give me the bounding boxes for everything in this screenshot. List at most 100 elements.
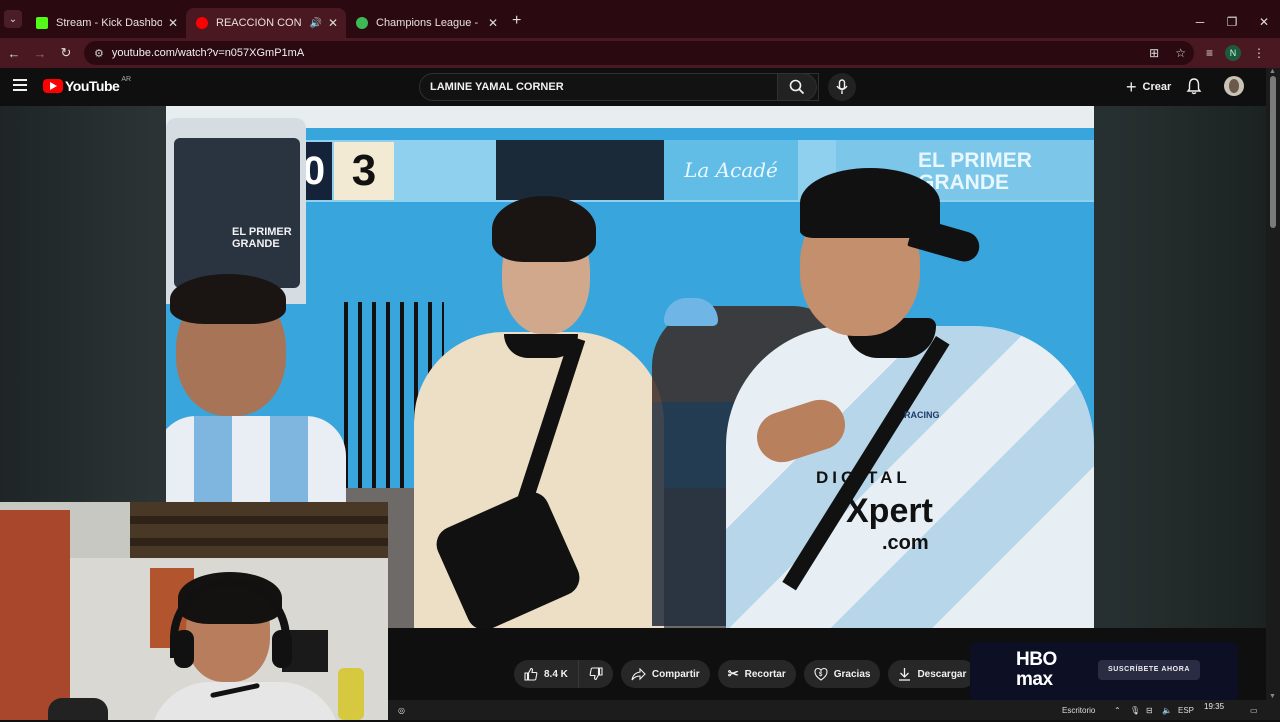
address-bar[interactable]: ⚙ youtube.com/watch?v=n057XGmP1mA ⊞ ☆ bbox=[84, 41, 1194, 65]
plus-icon[interactable]: + bbox=[512, 12, 521, 30]
download-label: Descargar bbox=[917, 668, 967, 680]
volume-icon[interactable]: 🔈 bbox=[1162, 700, 1172, 720]
back-icon[interactable]: ← bbox=[2, 46, 26, 61]
install-app-icon[interactable]: ⊞ bbox=[1149, 46, 1159, 60]
tab-search-icon[interactable]: ⌄ bbox=[4, 10, 22, 28]
voice-search-button[interactable] bbox=[828, 73, 856, 101]
jersey-sponsor-line-1: DIGITAL bbox=[816, 468, 911, 487]
sign-line-1: EL PRIMER bbox=[918, 149, 1032, 172]
page-scrollbar[interactable]: ▲ ▼ bbox=[1266, 68, 1280, 720]
scrollbar-thumb[interactable] bbox=[1270, 76, 1276, 228]
ad-brand-line-2: max bbox=[1016, 669, 1053, 690]
create-button[interactable]: + Crear bbox=[1118, 75, 1179, 99]
thanks-button[interactable]: $ Gracias bbox=[803, 660, 881, 688]
bus-line-2: GRANDE bbox=[232, 238, 280, 250]
tab-kick-dashboard[interactable]: Stream - Kick Dashboard ✕ bbox=[26, 8, 186, 38]
headset-left-ear bbox=[174, 630, 194, 668]
minimize-icon[interactable]: ─ bbox=[1184, 0, 1216, 38]
profile-avatar[interactable]: N bbox=[1225, 45, 1242, 61]
speaker-icon[interactable]: 🔊 bbox=[310, 18, 322, 29]
tab-close-icon[interactable]: ✕ bbox=[488, 16, 498, 30]
clip-button[interactable]: ✂ Recortar bbox=[717, 660, 796, 688]
restore-icon[interactable]: ❐ bbox=[1216, 0, 1248, 38]
sign-line-2: GRANDE bbox=[918, 171, 1010, 194]
media-controls-icon[interactable]: ≡ bbox=[1206, 46, 1213, 60]
ad-subscribe-button[interactable]: SUSCRÍBETE AHORA bbox=[1098, 660, 1200, 680]
scroll-up-icon[interactable]: ▲ bbox=[1269, 68, 1276, 75]
youtube-header: YouTube AR ✕ + Crear bbox=[0, 68, 1266, 106]
search-icon bbox=[789, 79, 805, 95]
sign-academia: La Acadé bbox=[664, 140, 798, 200]
scroll-down-icon[interactable]: ▼ bbox=[1269, 693, 1276, 700]
person-left-hair bbox=[170, 274, 286, 324]
svg-text:$: $ bbox=[819, 672, 823, 678]
microphone-tray-icon[interactable]: 🎙 bbox=[1130, 700, 1140, 720]
like-count: 8.4 K bbox=[544, 668, 568, 680]
forward-icon[interactable]: → bbox=[28, 46, 52, 61]
person-middle-hair bbox=[492, 196, 596, 262]
hbo-max-ad[interactable]: HBO max SUSCRÍBETE AHORA bbox=[970, 642, 1238, 700]
account-avatar[interactable] bbox=[1224, 76, 1244, 96]
chevron-up-icon[interactable]: ⌃ bbox=[1114, 700, 1121, 720]
kick-favicon-icon bbox=[36, 17, 48, 29]
bus-windshield bbox=[174, 138, 300, 288]
ad-brand-line-1: HBO bbox=[1016, 649, 1057, 670]
streamer-webcam bbox=[0, 502, 388, 720]
bookmark-star-icon[interactable]: ☆ bbox=[1175, 46, 1186, 60]
person-left-shirt bbox=[166, 416, 346, 516]
dislike-button[interactable] bbox=[578, 660, 613, 688]
logo-wordmark: YouTube bbox=[65, 78, 120, 94]
window-controls: ─ ❐ ✕ bbox=[1184, 0, 1280, 38]
tab-champions-league[interactable]: Champions League - POSICIONES ✕ bbox=[346, 8, 506, 38]
menu-kebab-icon[interactable]: ⋮ bbox=[1253, 46, 1265, 60]
notifications-icon[interactable]: ▭ bbox=[1250, 700, 1258, 720]
notifications-bell-icon[interactable] bbox=[1186, 77, 1202, 100]
search-box: ✕ bbox=[419, 73, 819, 101]
webcam-bottle bbox=[338, 668, 364, 720]
bus-text: EL PRIMER GRANDE bbox=[232, 226, 292, 250]
share-button[interactable]: Compartir bbox=[620, 660, 710, 688]
tab-close-icon[interactable]: ✕ bbox=[168, 16, 178, 30]
super-thanks-icon: $ bbox=[814, 667, 828, 681]
hamburger-menu-icon[interactable] bbox=[13, 79, 27, 91]
champions-favicon-icon bbox=[356, 17, 368, 29]
share-arrow-icon bbox=[631, 667, 646, 680]
browser-tab-bar: ⌄ Stream - Kick Dashboard ✕ REACCIÓN CON… bbox=[0, 0, 1280, 38]
language-indicator[interactable]: ESP bbox=[1178, 700, 1194, 720]
tab-title: Stream - Kick Dashboard bbox=[56, 17, 162, 29]
thanks-label: Gracias bbox=[833, 668, 871, 680]
url-text[interactable]: youtube.com/watch?v=n057XGmP1mA bbox=[112, 47, 1141, 59]
os-taskbar: ◎ Escritorio ⌃ 🎙 ⊟ 🔈 ESP 19:35 ▭ bbox=[388, 700, 1280, 720]
search-input[interactable] bbox=[430, 81, 792, 93]
reload-icon[interactable]: ↻ bbox=[54, 45, 78, 61]
search-button[interactable] bbox=[777, 73, 817, 101]
youtube-play-icon bbox=[43, 79, 63, 93]
video-actions: 8.4 K Compartir ✂ Recortar $ Gracias Des… bbox=[514, 660, 1013, 688]
desktop-label[interactable]: Escritorio bbox=[1062, 700, 1095, 720]
close-window-icon[interactable]: ✕ bbox=[1248, 0, 1280, 38]
download-button[interactable]: Descargar bbox=[888, 660, 977, 688]
network-icon[interactable]: ⊟ bbox=[1146, 700, 1153, 720]
youtube-logo[interactable]: YouTube AR bbox=[43, 76, 131, 94]
bus-line-1: EL PRIMER bbox=[232, 226, 292, 238]
jersey-sponsor-line-3: .com bbox=[882, 532, 929, 554]
thumbs-up-icon bbox=[524, 667, 538, 681]
jersey-sponsor-line-2: Xpert bbox=[846, 492, 933, 530]
youtube-favicon-icon bbox=[196, 17, 208, 29]
microphone-icon bbox=[836, 79, 848, 94]
webcam-ceiling bbox=[130, 502, 388, 558]
plus-icon: + bbox=[1126, 77, 1137, 97]
browser-toolbar: ← → ↻ ⚙ youtube.com/watch?v=n057XGmP1mA … bbox=[0, 38, 1280, 68]
clip-label: Recortar bbox=[744, 668, 786, 680]
tab-close-icon[interactable]: ✕ bbox=[328, 16, 338, 30]
sign-three: 3 bbox=[334, 142, 394, 200]
like-button[interactable]: 8.4 K bbox=[514, 660, 579, 688]
scissors-icon: ✂ bbox=[727, 666, 739, 681]
tab-youtube-video[interactable]: REACCIÓN CON LOS HINCHAS 🔊 ✕ bbox=[186, 8, 346, 38]
site-info-icon[interactable]: ⚙ bbox=[94, 47, 104, 60]
create-label: Crear bbox=[1142, 81, 1172, 93]
webcam-curtain bbox=[0, 510, 70, 720]
ad-brand: HBO max bbox=[1016, 650, 1057, 690]
app-icon[interactable]: ◎ bbox=[398, 700, 405, 720]
clock[interactable]: 19:35 bbox=[1204, 702, 1224, 711]
